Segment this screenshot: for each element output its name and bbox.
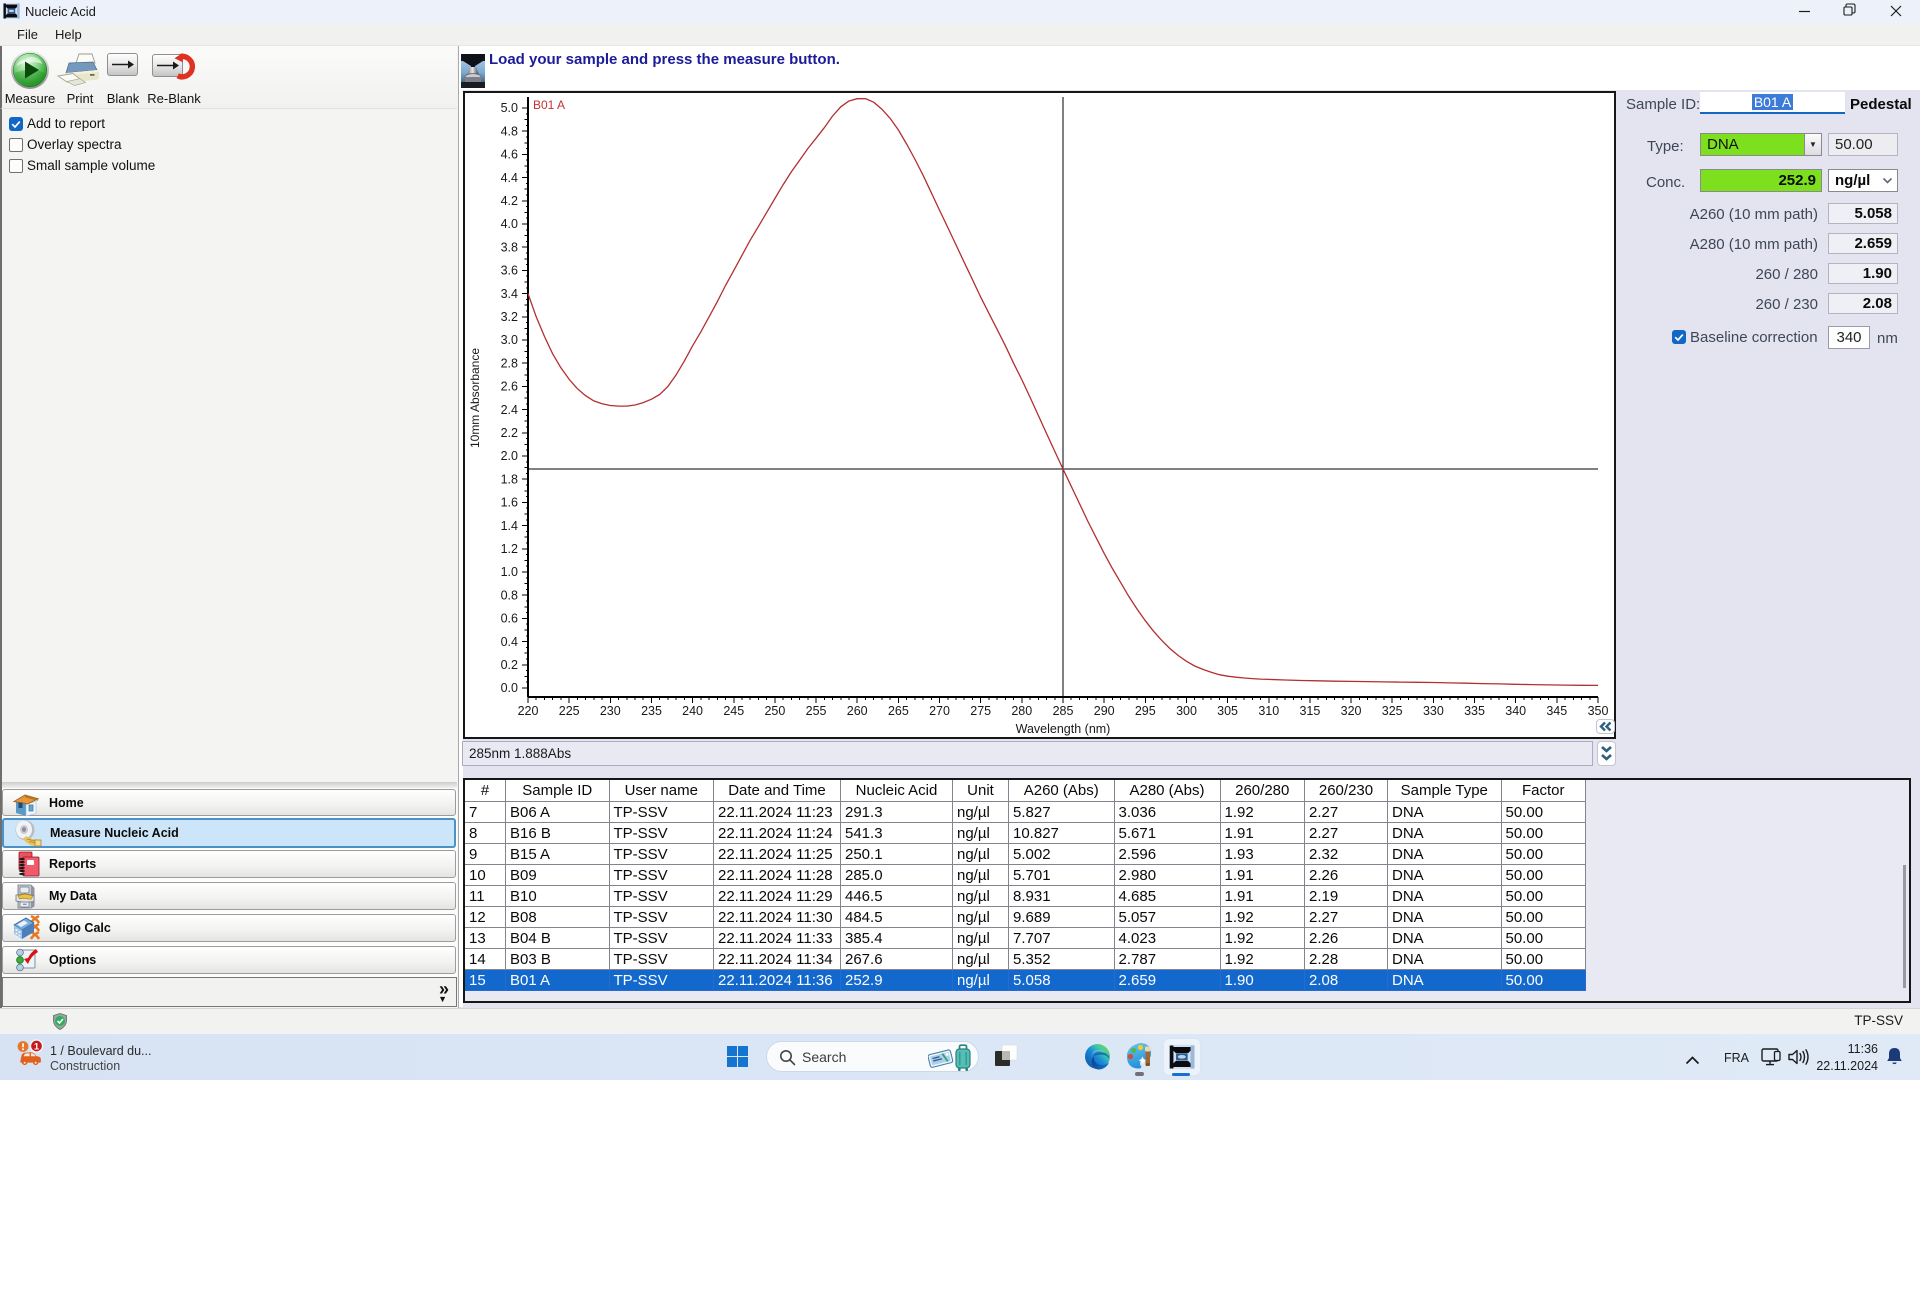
- svg-text:290: 290: [1094, 704, 1115, 718]
- svg-text:330: 330: [1423, 704, 1444, 718]
- svg-text:3.2: 3.2: [501, 310, 518, 324]
- svg-text:4.4: 4.4: [501, 171, 518, 185]
- svg-text:0.8: 0.8: [501, 588, 518, 602]
- svg-text:350: 350: [1588, 704, 1609, 718]
- svg-text:315: 315: [1299, 704, 1320, 718]
- svg-text:1: 1: [34, 1041, 40, 1052]
- svg-text:10mm Absorbance: 10mm Absorbance: [468, 348, 482, 448]
- svg-text:340: 340: [1505, 704, 1526, 718]
- svg-text:5.0: 5.0: [501, 101, 518, 115]
- svg-text:250: 250: [764, 704, 785, 718]
- svg-text:270: 270: [929, 704, 950, 718]
- svg-text:265: 265: [888, 704, 909, 718]
- svg-text:4.8: 4.8: [501, 124, 518, 138]
- svg-text:305: 305: [1217, 704, 1238, 718]
- svg-text:310: 310: [1258, 704, 1279, 718]
- svg-text:345: 345: [1546, 704, 1567, 718]
- svg-text:1.6: 1.6: [501, 496, 518, 510]
- svg-text:4.0: 4.0: [501, 217, 518, 231]
- svg-text:0.4: 0.4: [501, 635, 518, 649]
- svg-text:295: 295: [1135, 704, 1156, 718]
- svg-text:3.0: 3.0: [501, 333, 518, 347]
- svg-text:2.2: 2.2: [501, 426, 518, 440]
- svg-text:2.0: 2.0: [501, 449, 518, 463]
- svg-text:325: 325: [1382, 704, 1403, 718]
- svg-text:B01 A: B01 A: [533, 98, 565, 112]
- svg-text:275: 275: [970, 704, 991, 718]
- svg-text:2.8: 2.8: [501, 356, 518, 370]
- svg-text:2.6: 2.6: [501, 380, 518, 394]
- svg-text:0.2: 0.2: [501, 658, 518, 672]
- svg-text:260: 260: [847, 704, 868, 718]
- svg-text:235: 235: [641, 704, 662, 718]
- svg-text:335: 335: [1464, 704, 1485, 718]
- svg-text:1.8: 1.8: [501, 472, 518, 486]
- svg-text:285: 285: [1053, 704, 1074, 718]
- svg-text:240: 240: [682, 704, 703, 718]
- svg-text:4.2: 4.2: [501, 194, 518, 208]
- svg-text:320: 320: [1341, 704, 1362, 718]
- svg-text:3.4: 3.4: [501, 287, 518, 301]
- svg-text:2.4: 2.4: [501, 403, 518, 417]
- svg-text:280: 280: [1011, 704, 1032, 718]
- svg-text:1.2: 1.2: [501, 542, 518, 556]
- svg-text:300: 300: [1176, 704, 1197, 718]
- svg-text:1.4: 1.4: [501, 519, 518, 533]
- svg-text:4.6: 4.6: [501, 148, 518, 162]
- svg-text:225: 225: [559, 704, 580, 718]
- svg-text:255: 255: [806, 704, 827, 718]
- svg-text:3.6: 3.6: [501, 264, 518, 278]
- svg-text:0.0: 0.0: [501, 681, 518, 695]
- svg-text:245: 245: [723, 704, 744, 718]
- svg-text:1.0: 1.0: [501, 565, 518, 579]
- svg-text:220: 220: [518, 704, 539, 718]
- svg-text:Wavelength (nm): Wavelength (nm): [1016, 722, 1111, 736]
- svg-text:3.8: 3.8: [501, 240, 518, 254]
- svg-text:230: 230: [600, 704, 621, 718]
- svg-text:0.6: 0.6: [501, 612, 518, 626]
